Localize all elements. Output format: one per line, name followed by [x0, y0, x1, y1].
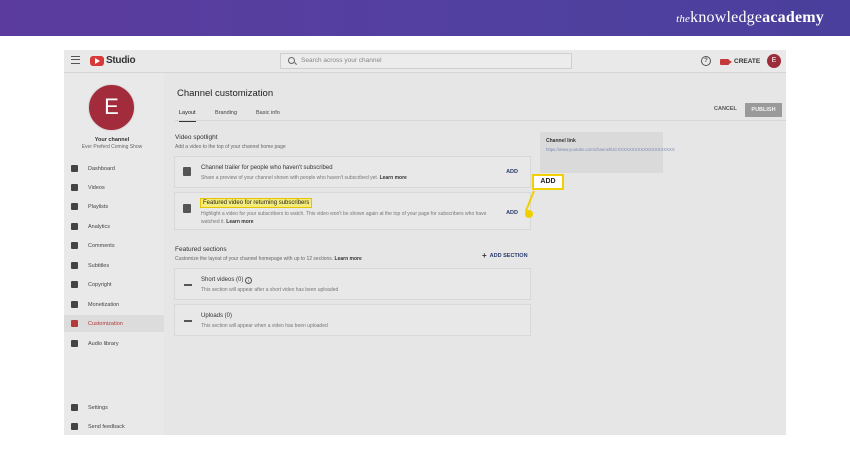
tabs-divider — [175, 120, 786, 121]
info-icon[interactable]: i — [245, 277, 253, 284]
drag-handle-icon[interactable] — [184, 284, 192, 286]
uploads-section-card: Uploads (0) This section will appear whe… — [174, 304, 531, 336]
sidebar-item-label: Monetization — [88, 301, 120, 308]
sidebar-item-label: Copyright — [88, 281, 112, 288]
sidebar-item-monetization[interactable]: Monetization — [64, 296, 164, 313]
card-title: Short videos (0) i — [201, 277, 253, 284]
drag-handle-icon[interactable] — [184, 320, 192, 322]
channel-trailer-card: Channel trailer for people who haven't s… — [174, 156, 531, 188]
card-desc: This section will appear when a video ha… — [201, 323, 328, 329]
video-spotlight-desc: Add a video to the top of your channel h… — [175, 144, 286, 150]
channel-link-label: Channel link — [546, 138, 576, 144]
feedback-icon — [71, 423, 78, 430]
sidebar-item-label: Playlists — [88, 203, 109, 210]
sidebar-item-label: Analytics — [88, 223, 111, 230]
tab-basic-info[interactable]: Basic info — [256, 110, 280, 116]
video-spotlight-title: Video spotlight — [175, 134, 218, 141]
featured-video-card: Featured video for returning subscribers… — [174, 192, 531, 230]
sidebar-item-label: Audio library — [88, 340, 119, 347]
help-icon[interactable]: ? — [701, 56, 711, 66]
dashboard-icon — [71, 165, 78, 172]
featured-sections-desc: Customize the layout of your channel hom… — [175, 256, 362, 262]
subtitles-icon — [71, 262, 78, 269]
highlighted-card-title: Featured video for returning subscribers — [199, 198, 313, 208]
learn-more-link[interactable]: Learn more — [380, 175, 407, 181]
comments-icon — [71, 242, 78, 249]
settings-icon — [71, 404, 78, 411]
sidebar-item-label: Send feedback — [88, 423, 125, 430]
camera-icon — [720, 58, 732, 65]
menu-icon[interactable] — [71, 56, 80, 64]
sidebar-item-videos[interactable]: Videos — [64, 179, 164, 196]
publish-button[interactable]: PUBLISH — [745, 103, 782, 117]
sidebar-item-send-feedback[interactable]: Send feedback — [64, 418, 164, 435]
sidebar-item-copyright[interactable]: Copyright — [64, 276, 164, 293]
channel-link-url[interactable]: https://www.youtube.com/channel/UCXXXXXX… — [546, 147, 675, 153]
sidebar-item-label: Customization — [88, 320, 123, 327]
card-desc-continued: watched it. Learn more — [201, 219, 254, 225]
playlists-icon — [71, 203, 78, 210]
sidebar-item-analytics[interactable]: Analytics — [64, 218, 164, 235]
sidebar-item-customization[interactable]: Customization — [64, 315, 164, 332]
callout-pointer-dot — [525, 210, 533, 218]
sidebar-item-comments[interactable]: Comments — [64, 237, 164, 254]
short-videos-section-card: Short videos (0) i This section will app… — [174, 268, 531, 300]
sidebar-item-settings[interactable]: Settings — [64, 399, 164, 416]
videos-icon — [71, 184, 78, 191]
account-avatar[interactable]: E — [767, 54, 781, 68]
card-desc: Share a preview of your channel shown wi… — [201, 175, 407, 181]
brand-logo: theknowledgeacademy — [676, 9, 824, 26]
audio-library-icon — [71, 340, 78, 347]
monetization-icon — [71, 301, 78, 308]
channel-avatar[interactable]: E — [88, 84, 135, 131]
featured-sections-title: Featured sections — [175, 246, 227, 253]
sidebar: E Your channel Ever Preferd Coming Show … — [64, 73, 164, 435]
customization-icon — [71, 320, 78, 327]
channel-link-panel: Channel link https://www.youtube.com/cha… — [540, 132, 675, 173]
studio-label[interactable]: Studio — [106, 55, 136, 66]
card-title: Featured video for returning subscribers — [199, 198, 313, 208]
trailer-icon — [183, 167, 191, 176]
analytics-icon — [71, 223, 78, 230]
tab-branding[interactable]: Branding — [215, 110, 237, 116]
add-section-button[interactable]: + ADD SECTION — [482, 251, 528, 260]
sidebar-item-subtitles[interactable]: Subtitles — [64, 257, 164, 274]
top-bar: Studio Search across your channel ? CREA… — [64, 50, 786, 73]
learn-more-link[interactable]: Learn more — [335, 256, 362, 262]
sidebar-item-dashboard[interactable]: Dashboard — [64, 160, 164, 177]
channel-subtitle: Ever Preferd Coming Show — [81, 144, 143, 150]
card-title: Channel trailer for people who haven't s… — [201, 165, 333, 171]
cancel-button[interactable]: CANCEL — [714, 106, 737, 112]
add-featured-video-button[interactable]: ADD — [506, 210, 518, 216]
sidebar-item-label: Settings — [88, 404, 108, 411]
sidebar-item-label: Subtitles — [88, 262, 110, 269]
featured-video-icon — [183, 204, 191, 213]
sidebar-item-label: Videos — [88, 184, 105, 191]
create-button[interactable]: CREATE — [720, 55, 760, 68]
page-title: Channel customization — [177, 88, 274, 99]
add-callout-annotation: ADD — [532, 174, 564, 190]
card-title: Uploads (0) — [201, 313, 233, 319]
channel-title: Your channel — [94, 137, 130, 143]
sidebar-item-playlists[interactable]: Playlists — [64, 198, 164, 215]
studio-screenshot: Studio Search across your channel ? CREA… — [64, 50, 786, 435]
create-label: CREATE — [734, 58, 761, 65]
search-icon — [288, 57, 295, 64]
sidebar-item-label: Comments — [88, 242, 115, 249]
search-placeholder: Search across your channel — [301, 57, 382, 64]
brand-banner: theknowledgeacademy — [0, 0, 850, 36]
add-section-label: ADD SECTION — [489, 253, 528, 259]
learn-more-link[interactable]: Learn more — [226, 219, 253, 225]
sidebar-item-label: Dashboard — [88, 165, 115, 172]
card-desc: Highlight a video for your subscribers t… — [201, 211, 487, 217]
card-desc: This section will appear after a short v… — [201, 287, 339, 293]
youtube-logo-icon[interactable] — [90, 56, 104, 66]
search-input[interactable]: Search across your channel — [280, 53, 572, 69]
sidebar-item-audio-library[interactable]: Audio library — [64, 335, 164, 352]
copyright-icon — [71, 281, 78, 288]
plus-icon: + — [482, 251, 487, 260]
add-trailer-button[interactable]: ADD — [506, 169, 518, 175]
